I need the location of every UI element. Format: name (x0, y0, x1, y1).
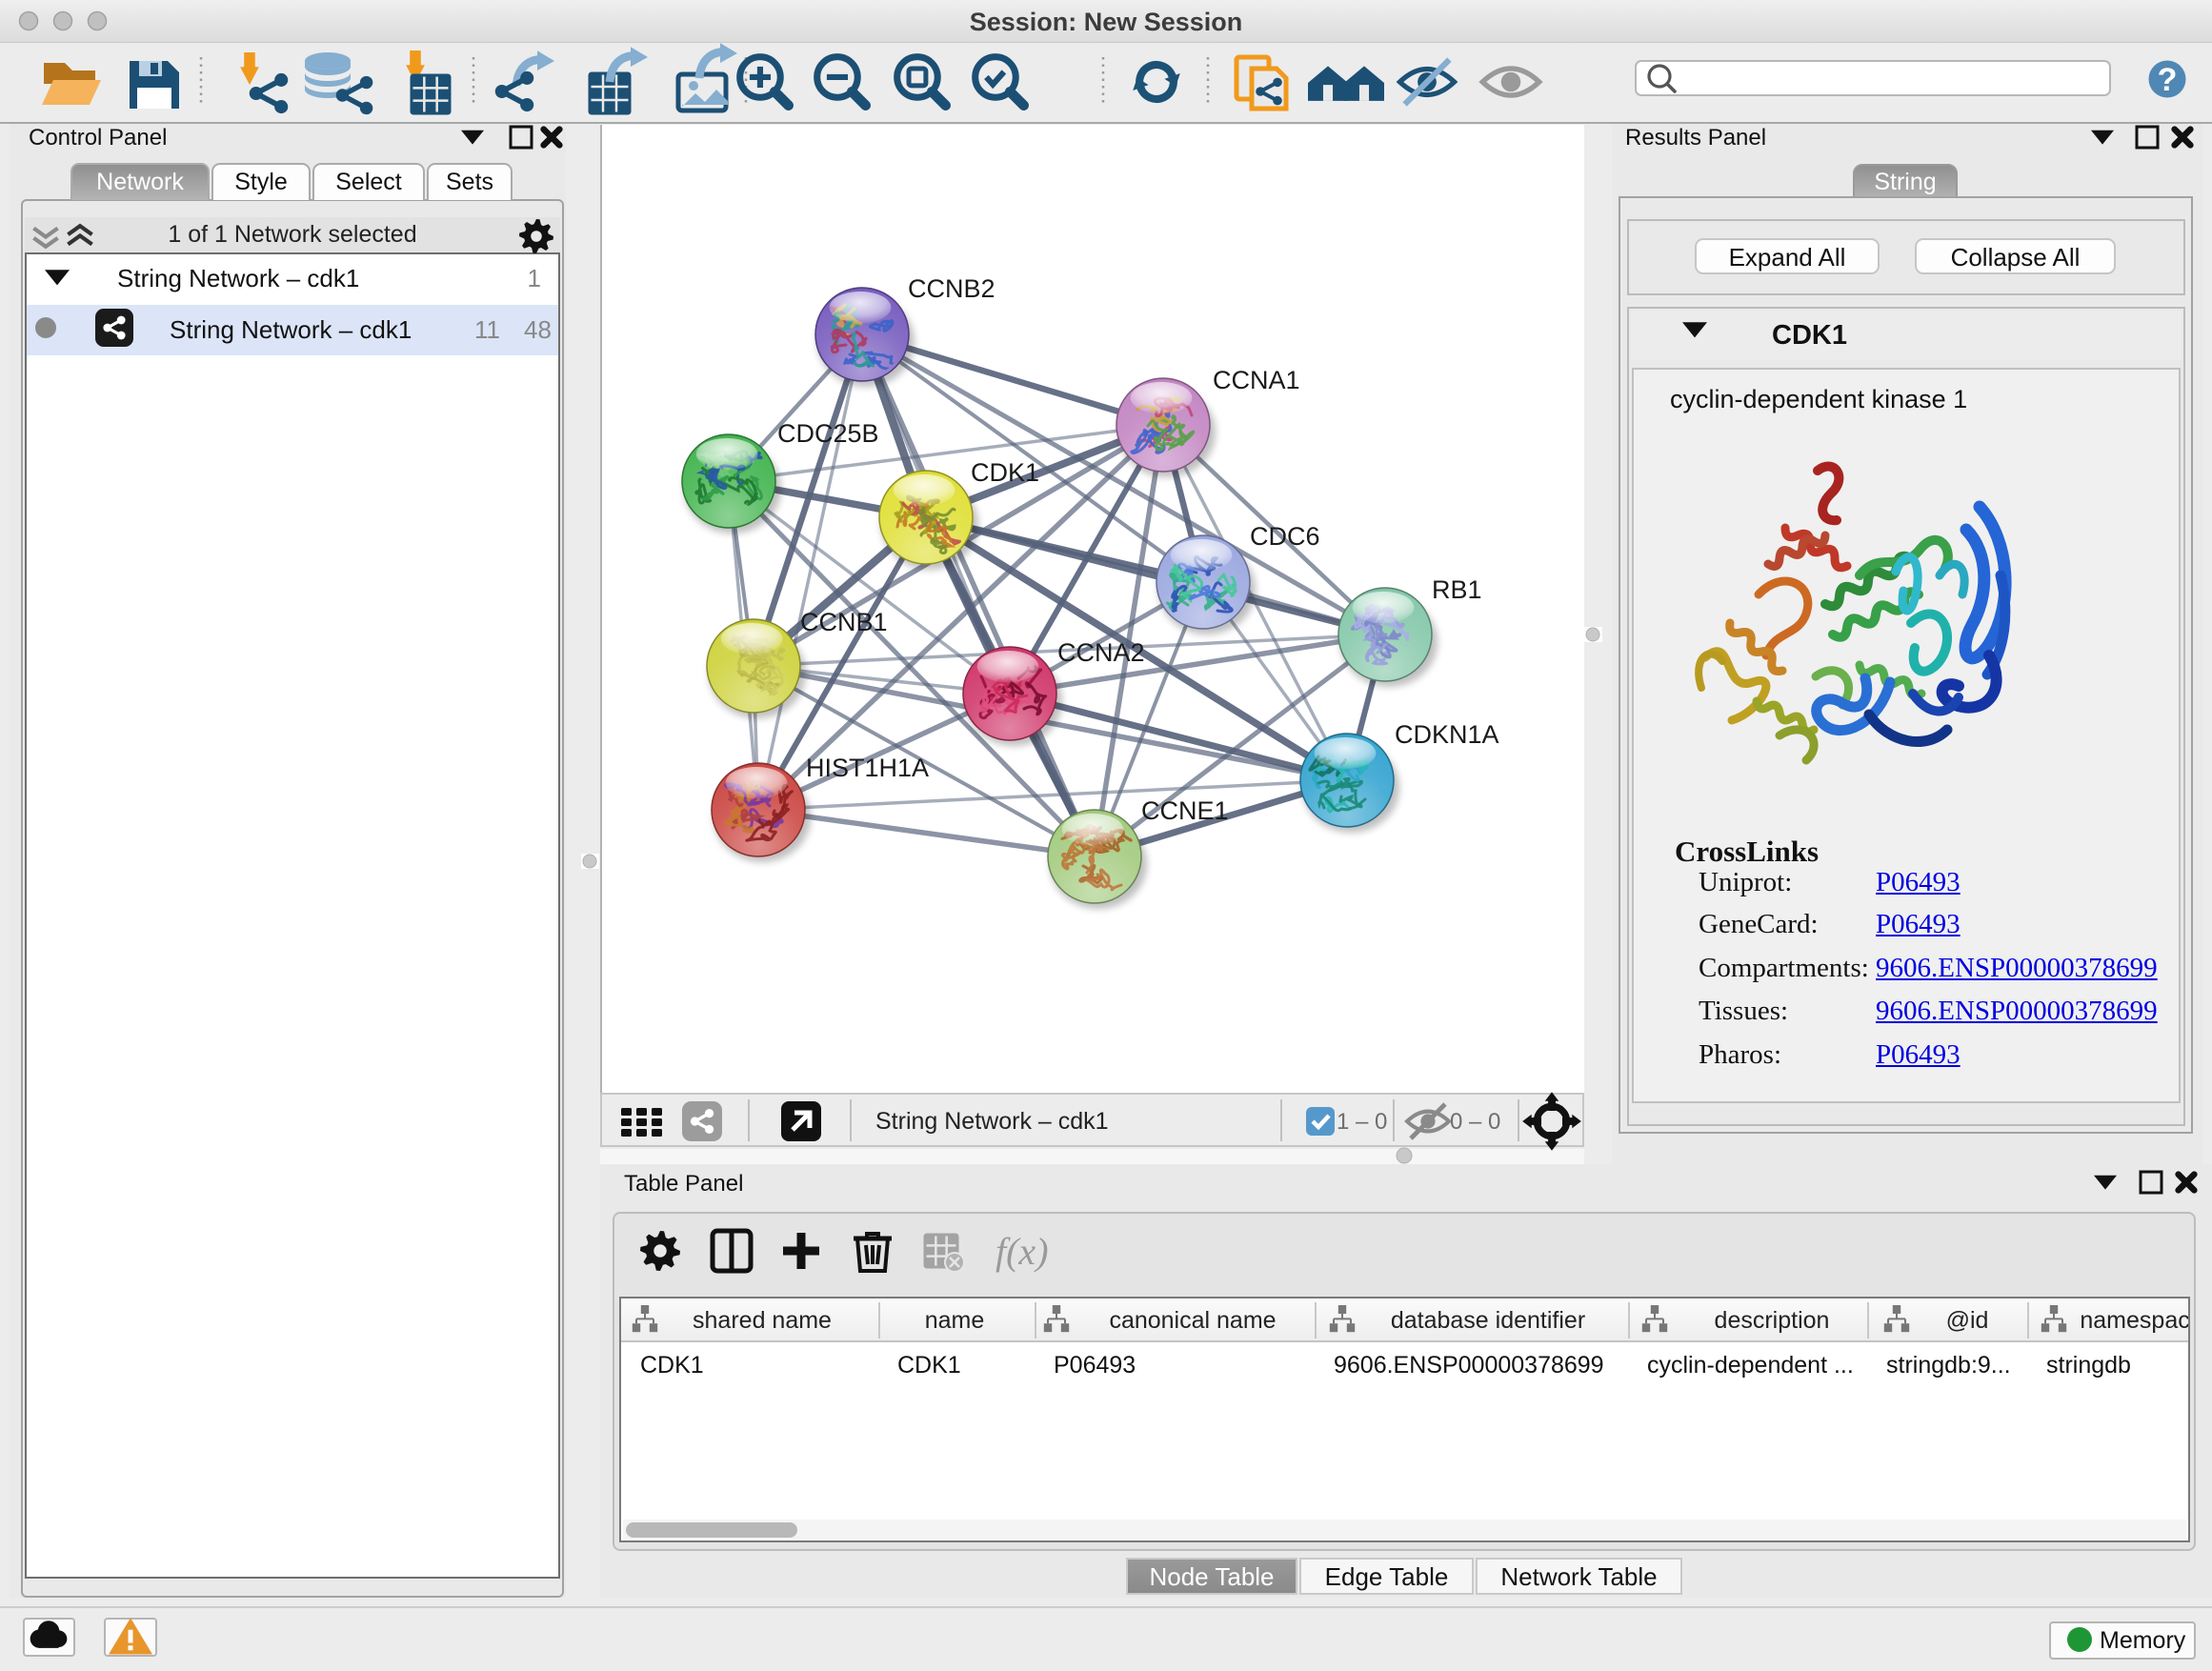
svg-text:CCNA2: CCNA2 (1057, 638, 1145, 667)
svg-text:?: ? (2158, 62, 2178, 98)
svg-text:RB1: RB1 (1432, 575, 1482, 604)
svg-text:CDKN1A: CDKN1A (1395, 720, 1499, 749)
svg-text:CDK1: CDK1 (971, 458, 1039, 487)
svg-text:CCNB1: CCNB1 (800, 608, 888, 636)
svg-text:CCNA1: CCNA1 (1213, 366, 1300, 394)
svg-text:CDC25B: CDC25B (777, 419, 879, 448)
svg-text:CCNE1: CCNE1 (1141, 796, 1229, 825)
svg-text:HIST1H1A: HIST1H1A (806, 754, 929, 782)
svg-text:CDC6: CDC6 (1250, 522, 1320, 551)
svg-text:CCNB2: CCNB2 (908, 274, 995, 303)
svg-text:f(x): f(x) (995, 1230, 1049, 1273)
